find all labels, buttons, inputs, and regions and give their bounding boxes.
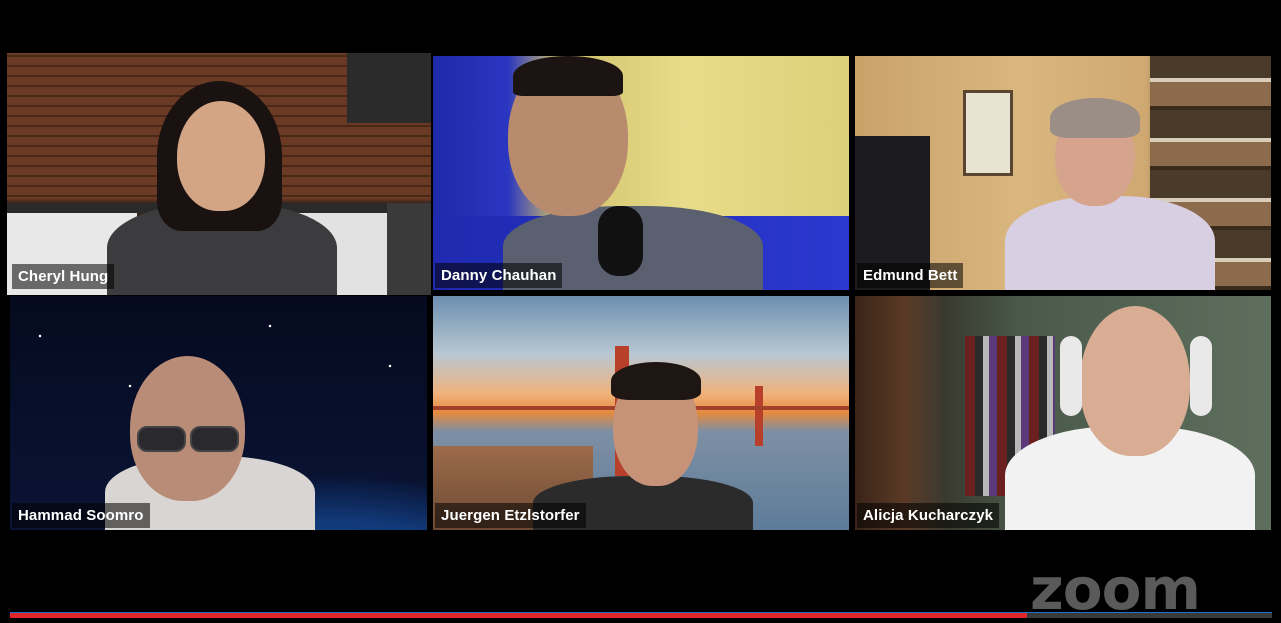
video-feed	[7, 53, 431, 295]
video-tile-danny-chauhan[interactable]: Danny Chauhan	[433, 56, 849, 290]
playback-progress-fill	[10, 613, 1028, 618]
video-tile-hammad-soomro[interactable]: Hammad Soomro	[10, 296, 427, 530]
zoom-logo: zoom	[1030, 555, 1201, 623]
video-tile-juergen-etzlstorfer[interactable]: Juergen Etzlstorfer	[433, 296, 849, 530]
participant-name-label: Edmund Bett	[857, 263, 964, 288]
participant-name-label: Alicja Kucharczyk	[857, 503, 1000, 528]
playback-progress-bar[interactable]	[10, 612, 1272, 618]
participant-name-label: Cheryl Hung	[12, 264, 115, 289]
video-feed	[433, 296, 849, 530]
video-feed	[855, 56, 1271, 290]
video-feed	[855, 296, 1271, 530]
video-tile-edmund-bett[interactable]: Edmund Bett	[855, 56, 1271, 290]
participant-name-label: Danny Chauhan	[435, 263, 563, 288]
video-feed	[10, 296, 427, 530]
participant-name-label: Hammad Soomro	[12, 503, 150, 528]
zoom-meeting-window: Cheryl Hung Danny Chauhan Edmund Bett Ha…	[0, 0, 1281, 618]
video-feed	[433, 56, 849, 290]
video-tile-alicja-kucharczyk[interactable]: Alicja Kucharczyk	[855, 296, 1271, 530]
video-tile-cheryl-hung[interactable]: Cheryl Hung	[7, 53, 431, 295]
participant-name-label: Juergen Etzlstorfer	[435, 503, 586, 528]
